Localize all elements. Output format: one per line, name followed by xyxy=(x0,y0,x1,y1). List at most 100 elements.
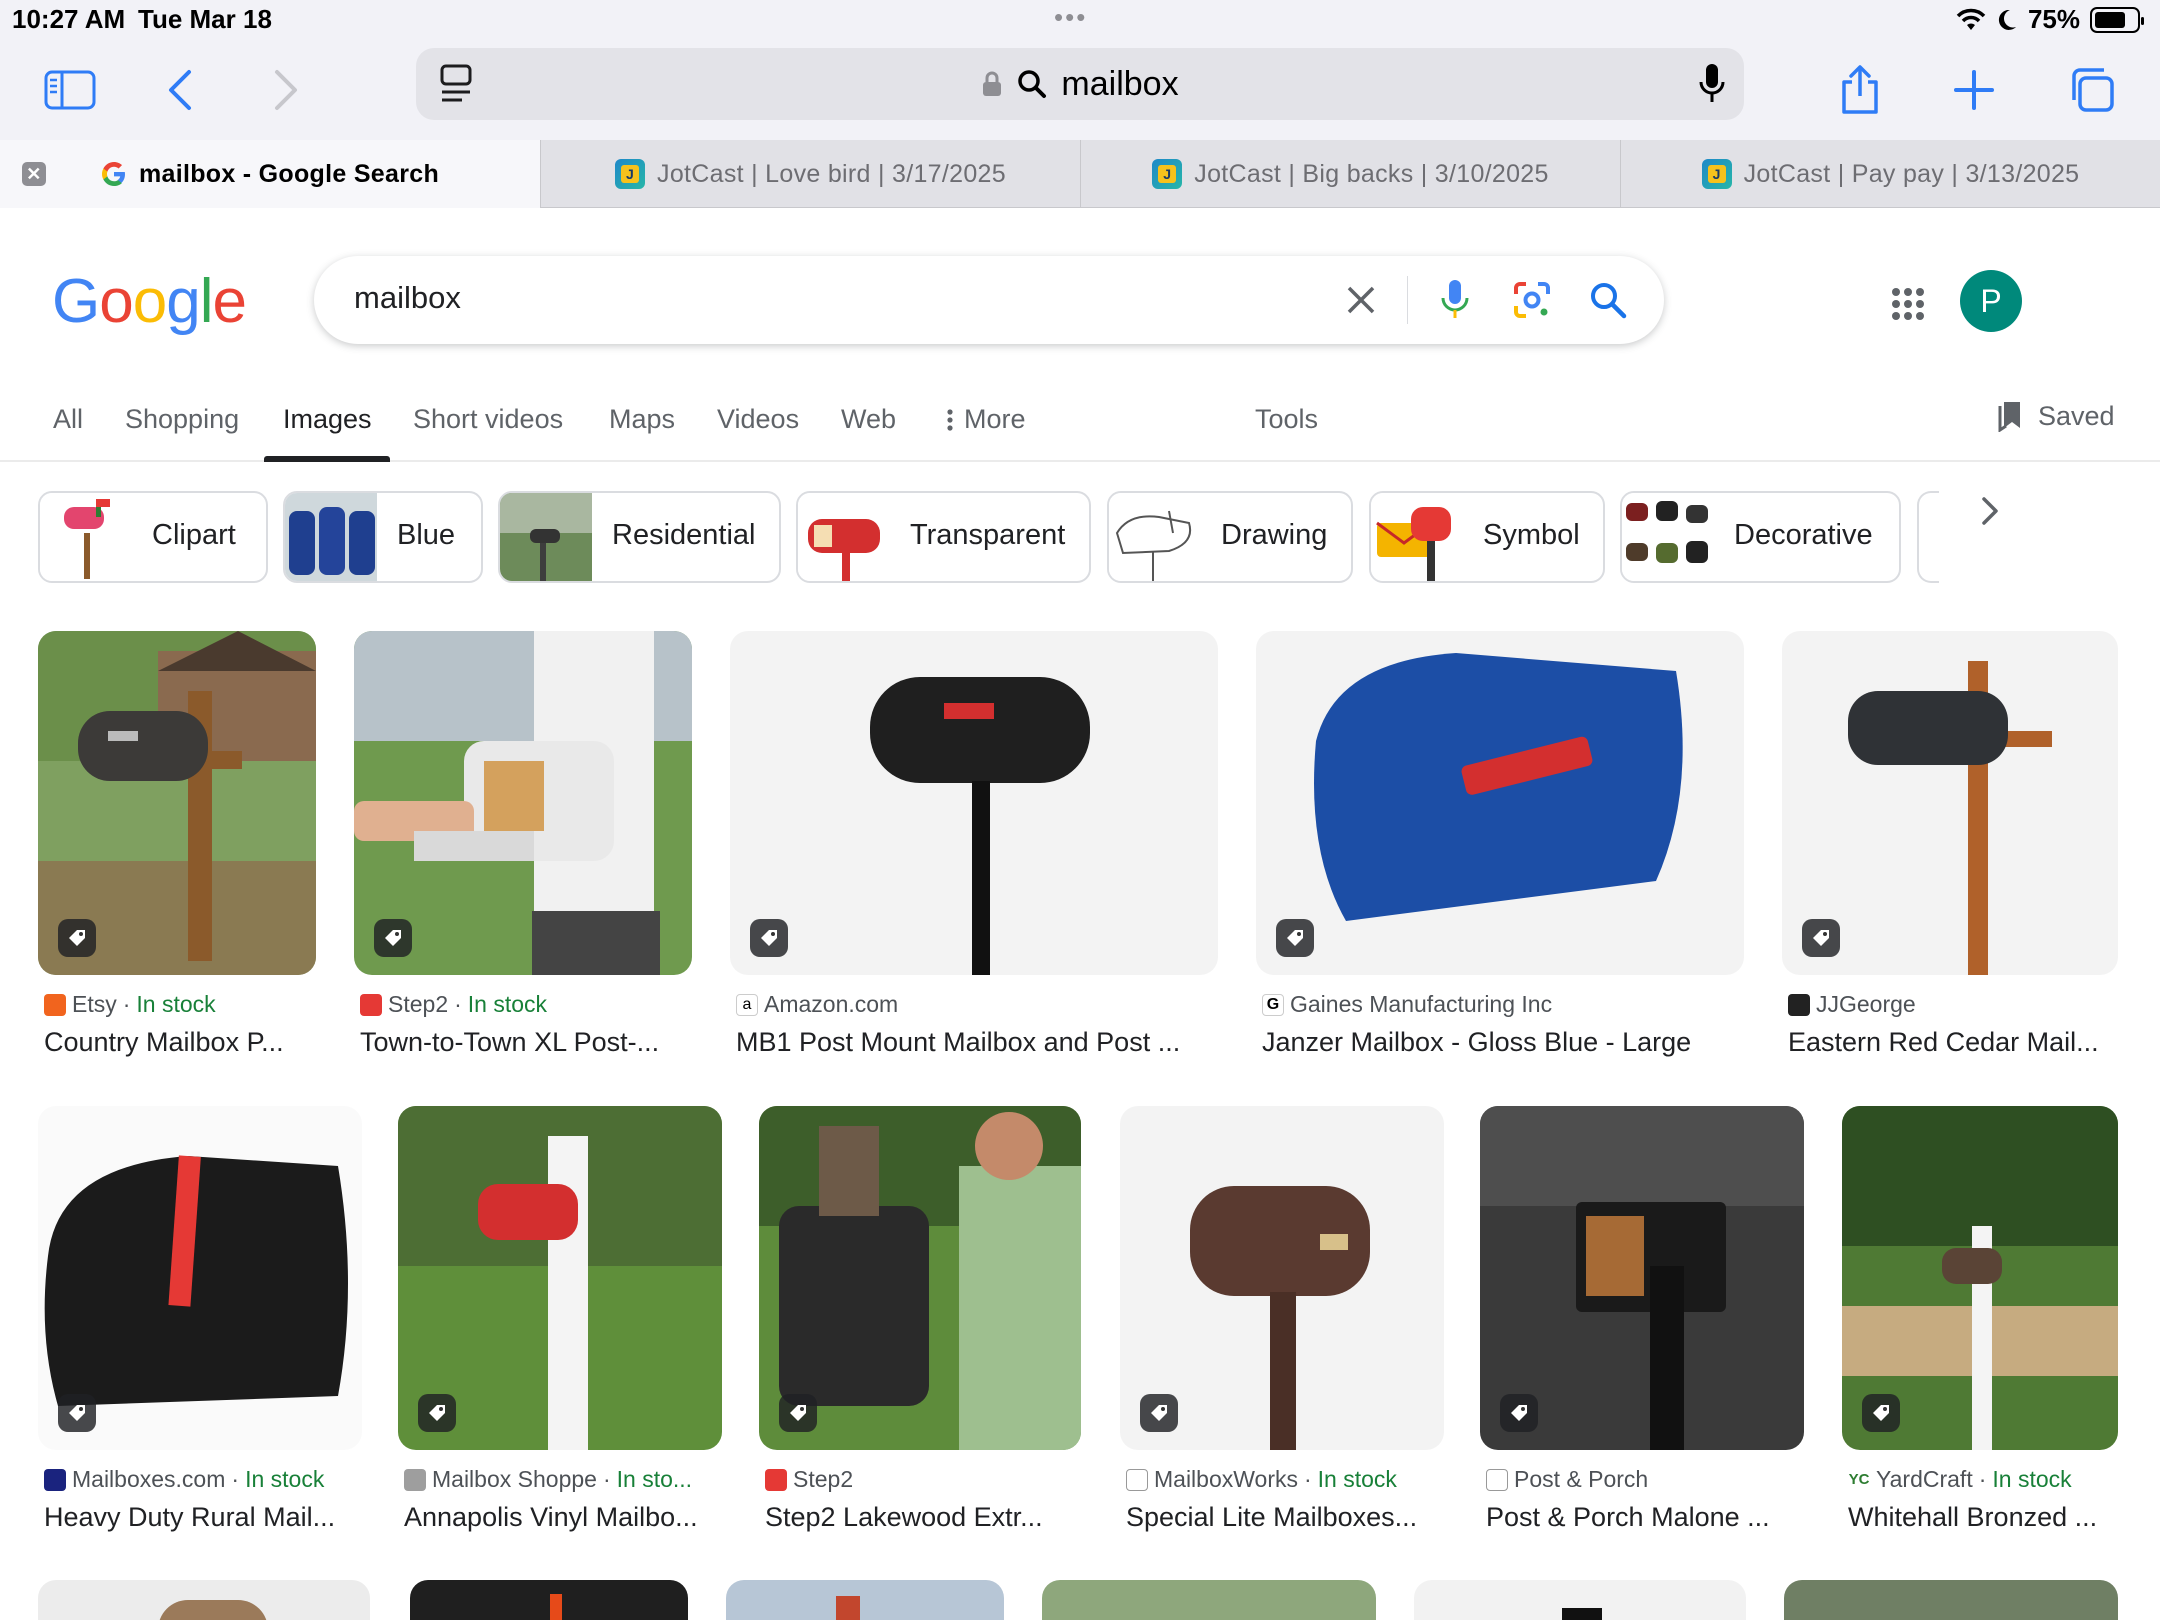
partial-result-image[interactable] xyxy=(1784,1580,2118,1620)
chip-symbol[interactable]: Symbol xyxy=(1369,491,1605,583)
result-title[interactable]: MB1 Post Mount Mailbox and Post ... xyxy=(736,1027,1216,1058)
tab-images[interactable]: Images xyxy=(283,404,372,435)
result-title[interactable]: Town-to-Town XL Post-... xyxy=(360,1027,690,1058)
stock-status: In stock xyxy=(245,1466,325,1492)
forward-button[interactable] xyxy=(256,60,316,120)
tab-maps[interactable]: Maps xyxy=(609,404,675,435)
search-query[interactable]: mailbox xyxy=(354,280,461,316)
result-source: Post & Porch xyxy=(1486,1466,1660,1493)
microphone-icon[interactable] xyxy=(1698,62,1726,106)
lens-icon[interactable] xyxy=(1510,278,1554,322)
search-icon[interactable] xyxy=(1586,278,1630,322)
back-button[interactable] xyxy=(150,60,210,120)
multitasking-dots[interactable]: ••• xyxy=(1054,2,1087,33)
tools-button[interactable]: Tools xyxy=(1255,404,1318,435)
result-image[interactable] xyxy=(1256,631,1744,975)
result-title[interactable]: Country Mailbox P... xyxy=(44,1027,314,1058)
google-search-box[interactable]: mailbox xyxy=(314,256,1664,344)
product-tag-icon xyxy=(779,1394,817,1432)
result-card[interactable]: Mailbox Shoppe · In sto... Annapolis Vin… xyxy=(398,1106,722,1536)
voice-search-icon[interactable] xyxy=(1438,276,1472,324)
chevron-right-icon[interactable] xyxy=(1966,491,2014,531)
tab-google-search[interactable]: ✕ mailbox - Google Search xyxy=(0,140,540,208)
result-card[interactable]: a Amazon.com MB1 Post Mount Mailbox and P… xyxy=(730,631,1218,1061)
jotcast-icon: J xyxy=(615,159,646,189)
source-name: Mailboxes.com xyxy=(72,1466,226,1492)
tab-videos[interactable]: Videos xyxy=(717,404,799,435)
google-logo[interactable]: Google xyxy=(52,266,247,337)
source-name: JJGeorge xyxy=(1816,991,1916,1017)
source-name: Step2 xyxy=(793,1466,854,1492)
product-tag-icon xyxy=(374,919,412,957)
chip-decorative[interactable]: Decorative xyxy=(1620,491,1901,583)
tab-all[interactable]: All xyxy=(53,404,83,435)
chip-transparent[interactable]: Transparent xyxy=(796,491,1091,583)
decorative-thumbnail xyxy=(1622,493,1714,581)
share-button[interactable] xyxy=(1830,60,1890,120)
source-separator: · xyxy=(122,991,131,1017)
result-source: Etsy · In stock xyxy=(44,991,216,1018)
chip-label: Drawing xyxy=(1221,519,1328,551)
result-card[interactable]: Step2 Step2 Lakewood Extr... xyxy=(759,1106,1081,1536)
partial-result-image[interactable] xyxy=(38,1580,370,1620)
result-title[interactable]: Janzer Mailbox - Gloss Blue - Large xyxy=(1262,1027,1742,1058)
stock-status: In sto... xyxy=(616,1466,693,1492)
result-title[interactable]: Annapolis Vinyl Mailbo... xyxy=(404,1502,720,1533)
result-card[interactable]: Etsy · In stock Country Mailbox P... xyxy=(38,631,316,1061)
tab-jotcast-big-backs[interactable]: J JotCast | Big backs | 3/10/2025 xyxy=(1080,140,1620,208)
chip-drawing[interactable]: Drawing xyxy=(1107,491,1353,583)
account-avatar[interactable]: P xyxy=(1960,270,2022,332)
gaines-favicon-icon: G xyxy=(1262,993,1284,1016)
result-title[interactable]: Heavy Duty Rural Mail... xyxy=(44,1502,360,1533)
result-card[interactable]: JJGeorge Eastern Red Cedar Mail... xyxy=(1782,631,2118,1061)
tab-shopping[interactable]: Shopping xyxy=(125,404,239,435)
sidebar-toggle-button[interactable] xyxy=(40,60,100,120)
tab-short-videos[interactable]: Short videos xyxy=(413,404,563,435)
result-card[interactable]: MailboxWorks · In stock Special Lite Mai… xyxy=(1120,1106,1444,1536)
product-tag-icon xyxy=(1862,1394,1900,1432)
tab-jotcast-love-bird[interactable]: J JotCast | Love bird | 3/17/2025 xyxy=(540,140,1080,208)
result-card[interactable]: Post & Porch Post & Porch Malone ... xyxy=(1480,1106,1804,1536)
mailboxes-favicon-icon xyxy=(44,1468,66,1491)
chip-residential[interactable]: Residential xyxy=(498,491,781,583)
result-card[interactable]: YC YardCraft · In stock Whitehall Bronzed… xyxy=(1842,1106,2118,1536)
jotcast-icon: J xyxy=(1152,159,1183,189)
partial-result-image[interactable] xyxy=(1042,1580,1376,1620)
chip-blue[interactable]: Blue xyxy=(283,491,483,583)
moon-icon xyxy=(1998,9,2016,30)
result-title[interactable]: Whitehall Bronzed ... xyxy=(1848,1502,2118,1533)
result-card[interactable]: Mailboxes.com · In stock Heavy Duty Rura… xyxy=(38,1106,362,1536)
close-tab-icon[interactable]: ✕ xyxy=(22,162,46,186)
battery-percent: 75% xyxy=(2027,4,2080,34)
tab-jotcast-pay-pay[interactable]: J JotCast | Pay pay | 3/13/2025 xyxy=(1620,140,2160,208)
tab-label: mailbox - Google Search xyxy=(138,159,440,188)
saved-button[interactable]: Saved xyxy=(1996,400,2115,432)
tab-overview-button[interactable] xyxy=(2062,60,2122,120)
jotcast-icon: J xyxy=(1701,159,1732,189)
tab-more[interactable]: More xyxy=(946,404,1026,435)
new-tab-button[interactable] xyxy=(1944,60,2004,120)
battery-icon xyxy=(2090,6,2144,33)
result-card[interactable]: Step2 · In stock Town-to-Town XL Post-..… xyxy=(354,631,692,1061)
address-bar[interactable]: mailbox xyxy=(416,48,1744,120)
chip-clipart[interactable]: Clipart xyxy=(38,491,268,583)
partial-result-image[interactable] xyxy=(726,1580,1004,1620)
source-name: Post & Porch xyxy=(1514,1466,1649,1492)
partial-result-image[interactable] xyxy=(410,1580,688,1620)
result-title[interactable]: Eastern Red Cedar Mail... xyxy=(1788,1027,2118,1058)
tab-web[interactable]: Web xyxy=(841,404,896,435)
result-title[interactable]: Step2 Lakewood Extr... xyxy=(765,1502,1081,1533)
result-title[interactable]: Special Lite Mailboxes... xyxy=(1126,1502,1442,1533)
result-source: JJGeorge xyxy=(1788,991,1928,1018)
clear-icon[interactable] xyxy=(1339,278,1383,322)
chip-partial[interactable] xyxy=(1917,491,1939,583)
chip-label: Transparent xyxy=(910,519,1066,551)
source-separator: · xyxy=(602,1466,611,1492)
result-title[interactable]: Post & Porch Malone ... xyxy=(1486,1502,1802,1533)
chip-label: Blue xyxy=(397,519,456,551)
partial-result-image[interactable] xyxy=(1414,1580,1746,1620)
apps-grid-icon[interactable] xyxy=(1890,286,1926,322)
source-name: Step2 xyxy=(388,991,449,1017)
result-image[interactable] xyxy=(730,631,1218,975)
result-card[interactable]: G Gaines Manufacturing Inc Janzer Mailbox… xyxy=(1256,631,1744,1061)
